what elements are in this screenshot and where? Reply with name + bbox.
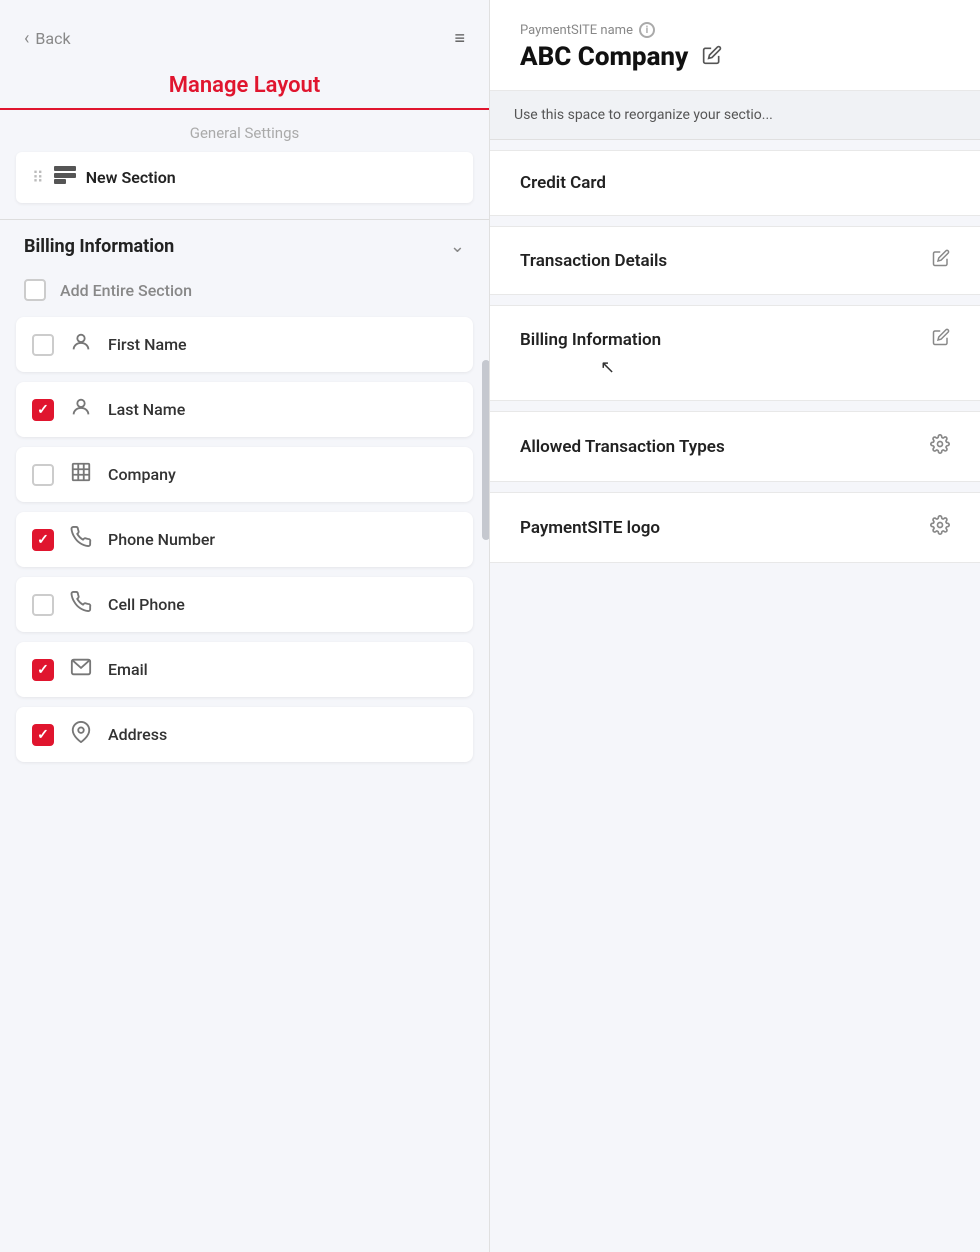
payment-site-label-text: PaymentSITE name (520, 23, 633, 38)
right-section-card-paymentsite-logo: PaymentSITE logo (490, 492, 980, 563)
billing-section-title: Billing Information (24, 236, 174, 257)
info-icon[interactable]: i (639, 22, 655, 38)
edit-icon-billing-information[interactable] (932, 328, 950, 351)
right-section-card-allowed-transaction-types: Allowed Transaction Types (490, 411, 980, 482)
right-section-card-transaction-details: Transaction Details (490, 226, 980, 295)
phone-icon (68, 526, 94, 553)
add-entire-section-row: Add Entire Section (0, 269, 489, 317)
field-row-last-name: Last Name (16, 382, 473, 437)
payment-site-label-row: PaymentSITE name i (520, 22, 950, 38)
right-section-title-allowed-transaction-types: Allowed Transaction Types (520, 437, 725, 457)
back-label: Back (35, 29, 70, 48)
right-section-row-allowed-transaction-types: Allowed Transaction Types (520, 434, 950, 459)
info-banner: Use this space to reorganize your sectio… (490, 91, 980, 140)
top-bar: ‹ Back ≡ (0, 0, 489, 65)
left-panel: ‹ Back ≡ Manage Layout General Settings … (0, 0, 490, 1252)
right-sections-container: Credit Card Transaction Details Billing In… (490, 140, 980, 573)
right-section-title-credit-card: Credit Card (520, 173, 606, 193)
chevron-down-icon[interactable]: ⌄ (450, 236, 465, 257)
checkbox-first-name[interactable] (32, 334, 54, 356)
field-label-cell-phone: Cell Phone (108, 595, 185, 614)
checkbox-last-name[interactable] (32, 399, 54, 421)
manage-layout-title: Manage Layout (0, 65, 489, 98)
field-label-company: Company (108, 465, 176, 484)
field-label-address: Address (108, 725, 167, 744)
gear-icon-allowed-transaction-types[interactable] (930, 434, 950, 459)
phone-icon (68, 591, 94, 618)
add-entire-section-label: Add Entire Section (60, 281, 192, 300)
company-name: ABC Company (520, 42, 688, 72)
checkbox-phone-number[interactable] (32, 529, 54, 551)
field-label-last-name: Last Name (108, 400, 185, 419)
checkbox-address[interactable] (32, 724, 54, 746)
field-row-address: Address (16, 707, 473, 762)
field-row-first-name: First Name (16, 317, 473, 372)
field-label-phone-number: Phone Number (108, 530, 215, 549)
right-panel: PaymentSITE name i ABC Company Use this … (490, 0, 980, 1252)
right-section-row-paymentsite-logo: PaymentSITE logo (520, 515, 950, 540)
checkbox-email[interactable] (32, 659, 54, 681)
right-section-title-paymentsite-logo: PaymentSITE logo (520, 518, 660, 538)
checkbox-cell-phone[interactable] (32, 594, 54, 616)
general-settings-label: General Settings (0, 110, 489, 152)
right-section-row-billing-information: Billing Information (520, 328, 950, 351)
checkbox-company[interactable] (32, 464, 54, 486)
chevron-left-icon: ‹ (24, 28, 29, 49)
right-section-title-billing-information: Billing Information (520, 330, 661, 350)
company-name-row: ABC Company (520, 42, 950, 72)
right-section-card-credit-card: Credit Card (490, 150, 980, 216)
right-header: PaymentSITE name i ABC Company (490, 0, 980, 91)
field-row-cell-phone: Cell Phone (16, 577, 473, 632)
company-edit-icon[interactable] (702, 45, 722, 70)
field-label-first-name: First Name (108, 335, 187, 354)
person-icon (68, 396, 94, 423)
field-row-email: Email (16, 642, 473, 697)
location-icon (68, 721, 94, 748)
person-icon (68, 331, 94, 358)
drag-handle-icon: ⠿ (32, 168, 44, 187)
new-section-row: ⠿ New Section (16, 152, 473, 203)
billing-header: Billing Information ⌄ (0, 220, 489, 269)
back-button[interactable]: ‹ Back (24, 28, 71, 49)
right-section-row-transaction-details: Transaction Details (520, 249, 950, 272)
edit-icon-transaction-details[interactable] (932, 249, 950, 272)
gear-icon-paymentsite-logo[interactable] (930, 515, 950, 540)
new-section-label: New Section (86, 168, 176, 187)
add-entire-section-checkbox[interactable] (24, 279, 46, 301)
section-icon (54, 166, 76, 189)
right-section-card-billing-information: Billing Information↖ (490, 305, 980, 401)
fields-container: First Name Last Name Company Phone Number Ce… (0, 317, 489, 772)
field-row-company: Company (16, 447, 473, 502)
field-label-email: Email (108, 660, 148, 679)
cursor-indicator: ↖ (520, 351, 950, 378)
email-icon (68, 656, 94, 683)
scrollbar[interactable] (482, 360, 490, 540)
building-icon (68, 461, 94, 488)
field-row-phone-number: Phone Number (16, 512, 473, 567)
right-section-row-credit-card: Credit Card (520, 173, 950, 193)
right-section-title-transaction-details: Transaction Details (520, 251, 667, 271)
menu-icon[interactable]: ≡ (454, 28, 465, 49)
